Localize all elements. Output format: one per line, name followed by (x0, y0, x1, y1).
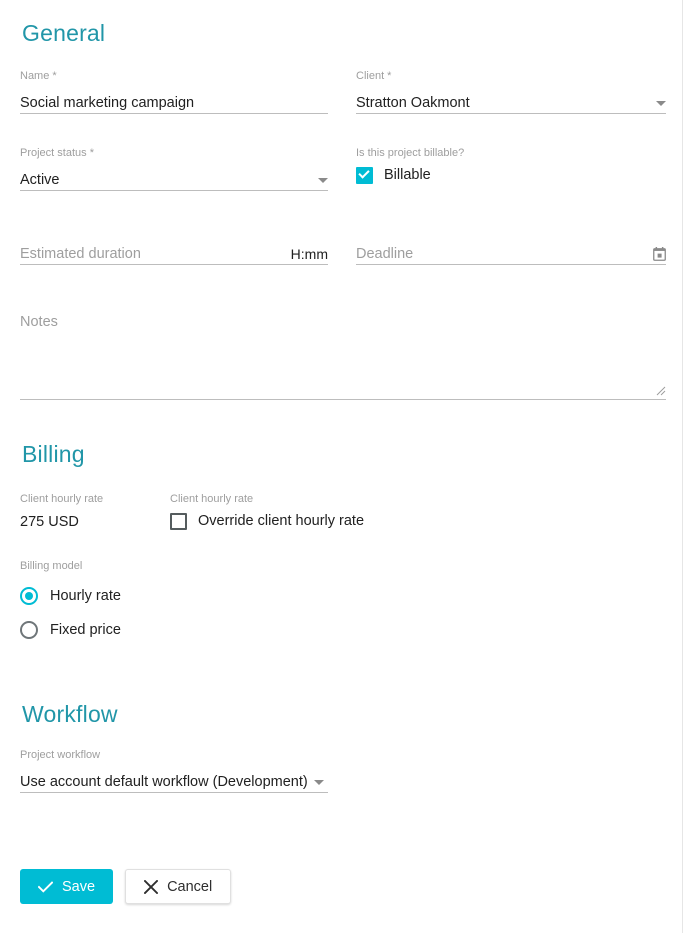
field-deadline-line[interactable]: Deadline (356, 239, 666, 265)
field-deadline[interactable]: Deadline (356, 239, 666, 265)
field-project-workflow-label: Project workflow (20, 749, 101, 761)
notes-textarea[interactable]: Notes (20, 313, 666, 400)
field-deadline-placeholder[interactable]: Deadline (356, 245, 647, 264)
field-project-workflow-value[interactable]: Use account default workflow (Developmen… (20, 773, 308, 792)
resize-handle-icon[interactable] (654, 384, 666, 396)
radio-button-unselected[interactable] (20, 621, 38, 639)
field-project-status-label: Project status * (20, 147, 94, 159)
radio-hourly-rate[interactable]: Hourly rate (20, 583, 666, 609)
field-estimated-duration-placeholder[interactable]: Estimated duration (20, 245, 283, 264)
field-billing-model: Billing model Hourly rate Fixed price (20, 560, 666, 643)
field-name[interactable]: Name * Social marketing campaign (20, 70, 328, 114)
check-icon (37, 880, 54, 893)
field-override-hourly-rate: Client hourly rate Override client hourl… (170, 493, 570, 530)
field-client-hourly-rate: Client hourly rate 275 USD (20, 493, 160, 532)
field-client[interactable]: Client * Stratton Oakmont (356, 70, 666, 114)
radio-button-selected[interactable] (20, 587, 38, 605)
field-estimated-duration[interactable]: Estimated duration H:mm (20, 239, 328, 265)
radio-fixed-price[interactable]: Fixed price (20, 617, 666, 643)
field-billable-label: Is this project billable? (356, 147, 465, 159)
field-billing-model-label: Billing model (20, 560, 83, 572)
field-client-line[interactable]: Stratton Oakmont (356, 88, 666, 114)
project-settings-form: General Name * Social marketing campaign… (0, 0, 683, 933)
override-checkbox[interactable]: Override client hourly rate (170, 513, 570, 530)
field-project-workflow-col[interactable]: Project workflow Use account default wor… (20, 749, 328, 793)
field-project-workflow-line[interactable]: Use account default workflow (Developmen… (20, 767, 328, 793)
chevron-down-icon[interactable] (318, 178, 328, 183)
field-name-line[interactable]: Social marketing campaign (20, 88, 328, 114)
section-title-workflow: Workflow (22, 701, 118, 727)
section-title-general: General (22, 20, 106, 46)
cancel-button-label: Cancel (167, 878, 213, 895)
field-estimated-duration-line[interactable]: Estimated duration H:mm (20, 239, 328, 265)
notes-placeholder: Notes (20, 314, 58, 330)
form-actions: Save Cancel (20, 869, 232, 904)
billable-checkbox-label: Billable (384, 167, 431, 183)
field-override-label: Client hourly rate (170, 493, 254, 505)
field-client-value[interactable]: Stratton Oakmont (356, 94, 650, 113)
field-project-status-value[interactable]: Active (20, 171, 312, 190)
field-name-label: Name * (20, 70, 57, 82)
check-icon (358, 167, 370, 179)
billable-checkbox[interactable]: Billable (356, 167, 666, 184)
radio-hourly-rate-label: Hourly rate (50, 587, 121, 604)
chevron-down-icon[interactable] (656, 101, 666, 106)
radio-fixed-price-label: Fixed price (50, 621, 121, 638)
field-project-status[interactable]: Project status * Active (20, 147, 328, 191)
cancel-button[interactable]: Cancel (125, 869, 232, 904)
calendar-icon[interactable] (653, 247, 666, 261)
duration-format-suffix: H:mm (290, 246, 328, 262)
field-project-status-line[interactable]: Active (20, 165, 328, 191)
checkbox-box-checked[interactable] (356, 167, 373, 184)
field-client-hourly-rate-value: 275 USD (20, 514, 79, 530)
save-button[interactable]: Save (20, 869, 114, 904)
field-name-value[interactable]: Social marketing campaign (20, 94, 328, 113)
close-icon (143, 879, 159, 894)
field-notes[interactable]: Notes (20, 313, 666, 400)
section-title-billing: Billing (22, 441, 85, 467)
chevron-down-icon[interactable] (313, 780, 324, 785)
field-client-label: Client * (356, 70, 392, 82)
field-billable: Is this project billable? Billable (356, 147, 666, 184)
save-button-label: Save (62, 878, 96, 895)
checkbox-box-unchecked[interactable] (170, 513, 187, 530)
field-client-hourly-rate-label: Client hourly rate (20, 493, 104, 505)
override-checkbox-label: Override client hourly rate (198, 513, 365, 529)
